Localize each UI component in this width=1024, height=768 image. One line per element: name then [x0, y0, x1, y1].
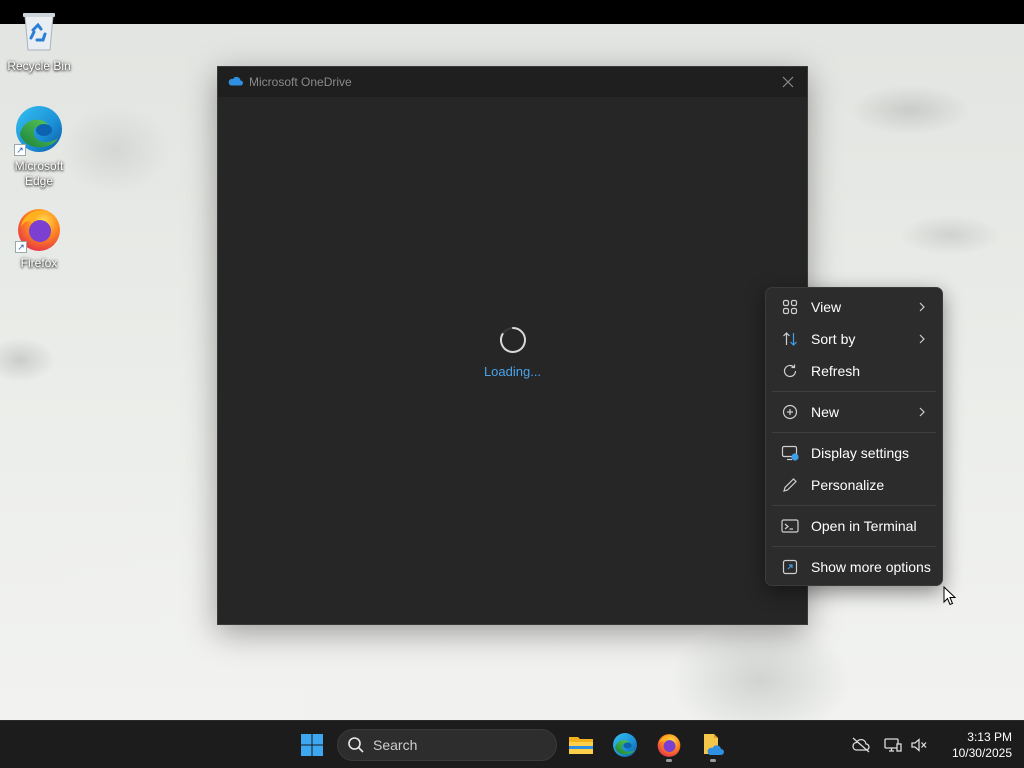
file-explorer-icon [569, 737, 593, 754]
edge-icon: ↗ [14, 104, 64, 156]
start-icon [301, 734, 323, 756]
taskbar: Search 3:13 PM 10/30/2025 [0, 720, 1024, 768]
chevron-right-icon [919, 334, 925, 344]
menu-item-view[interactable]: View [770, 291, 938, 323]
shortcut-arrow-icon: ↗ [14, 144, 26, 156]
tray-network[interactable] [883, 735, 903, 755]
menu-item-label: Refresh [811, 363, 861, 379]
taskbar-onedrive-setup[interactable] [693, 725, 733, 765]
network-icon [884, 738, 902, 752]
desktop-icon-firefox[interactable]: ↗ Firefox [1, 205, 77, 271]
menu-item-personalize[interactable]: Personalize [770, 469, 938, 501]
menu-item-display-settings[interactable]: Display settings [770, 437, 938, 469]
running-indicator [666, 759, 672, 762]
desktop-icon-label: Firefox [20, 256, 58, 270]
desktop-icon-recycle-bin[interactable]: Recycle Bin [1, 10, 77, 74]
desktop-context-menu: View Sort by Refresh New Display setting… [765, 287, 943, 586]
top-black-strip [0, 0, 1024, 24]
taskbar-clock[interactable]: 3:13 PM 10/30/2025 [936, 729, 1012, 761]
terminal-icon [780, 516, 800, 536]
clock-date: 10/30/2025 [951, 746, 1012, 760]
clock-time: 3:13 PM [967, 730, 1012, 744]
chevron-right-icon [919, 302, 925, 312]
menu-item-label: Open in Terminal [811, 518, 917, 534]
grid-view-icon [780, 297, 800, 317]
menu-item-label: View [811, 299, 842, 315]
volume-muted-icon [911, 738, 927, 752]
start-button[interactable] [292, 725, 332, 765]
firefox-icon: ↗ [15, 205, 63, 253]
onedrive-window[interactable]: Microsoft OneDrive Loading... [217, 66, 808, 625]
desktop-icon-label: Microsoft Edge [14, 159, 64, 188]
mouse-cursor-icon [943, 586, 957, 606]
desktop-icon-label: Recycle Bin [7, 59, 71, 73]
chevron-right-icon [919, 407, 925, 417]
more-options-icon [780, 557, 800, 577]
pencil-icon [780, 475, 800, 495]
menu-item-label: Personalize [811, 477, 885, 493]
window-titlebar[interactable]: Microsoft OneDrive [218, 67, 807, 97]
window-close-button[interactable] [775, 70, 801, 94]
sort-icon [780, 329, 800, 349]
menu-item-sort-by[interactable]: Sort by [770, 323, 938, 355]
taskbar-firefox[interactable] [649, 725, 689, 765]
menu-item-show-more-options[interactable]: Show more options [770, 551, 938, 583]
onedrive-cloud-icon [227, 75, 243, 89]
menu-item-refresh[interactable]: Refresh [770, 355, 938, 387]
firefox-icon [657, 734, 681, 757]
refresh-icon [780, 361, 800, 381]
menu-item-label: Show more options [811, 559, 931, 575]
search-placeholder: Search [373, 737, 418, 753]
onedrive-offline-icon [852, 737, 870, 753]
taskbar-search-box[interactable]: Search [337, 729, 557, 761]
loading-text: Loading... [483, 364, 542, 379]
spinner-icon [499, 327, 526, 353]
menu-item-new[interactable]: New [770, 396, 938, 428]
menu-item-label: Display settings [811, 445, 910, 461]
edge-icon [613, 733, 637, 757]
taskbar-edge[interactable] [605, 725, 645, 765]
taskbar-file-explorer[interactable] [561, 725, 601, 765]
display-settings-icon [780, 443, 800, 463]
desktop-icon-microsoft-edge[interactable]: ↗ Microsoft Edge [1, 104, 77, 189]
menu-item-open-in-terminal[interactable]: Open in Terminal [770, 510, 938, 542]
onedrive-setup-icon [704, 734, 724, 755]
tray-volume[interactable] [909, 735, 929, 755]
close-icon [782, 76, 794, 88]
menu-separator [772, 391, 936, 392]
running-indicator [710, 759, 716, 762]
tray-onedrive[interactable] [851, 735, 871, 755]
menu-separator [772, 432, 936, 433]
menu-item-label: New [811, 404, 840, 420]
plus-circle-icon [780, 402, 800, 422]
menu-item-label: Sort by [811, 331, 856, 347]
loading-indicator: Loading... [218, 325, 807, 379]
menu-separator [772, 505, 936, 506]
menu-separator [772, 546, 936, 547]
recycle-bin-icon [1, 10, 77, 56]
search-icon [347, 736, 365, 754]
shortcut-arrow-icon: ↗ [15, 241, 27, 253]
window-title: Microsoft OneDrive [249, 75, 352, 89]
